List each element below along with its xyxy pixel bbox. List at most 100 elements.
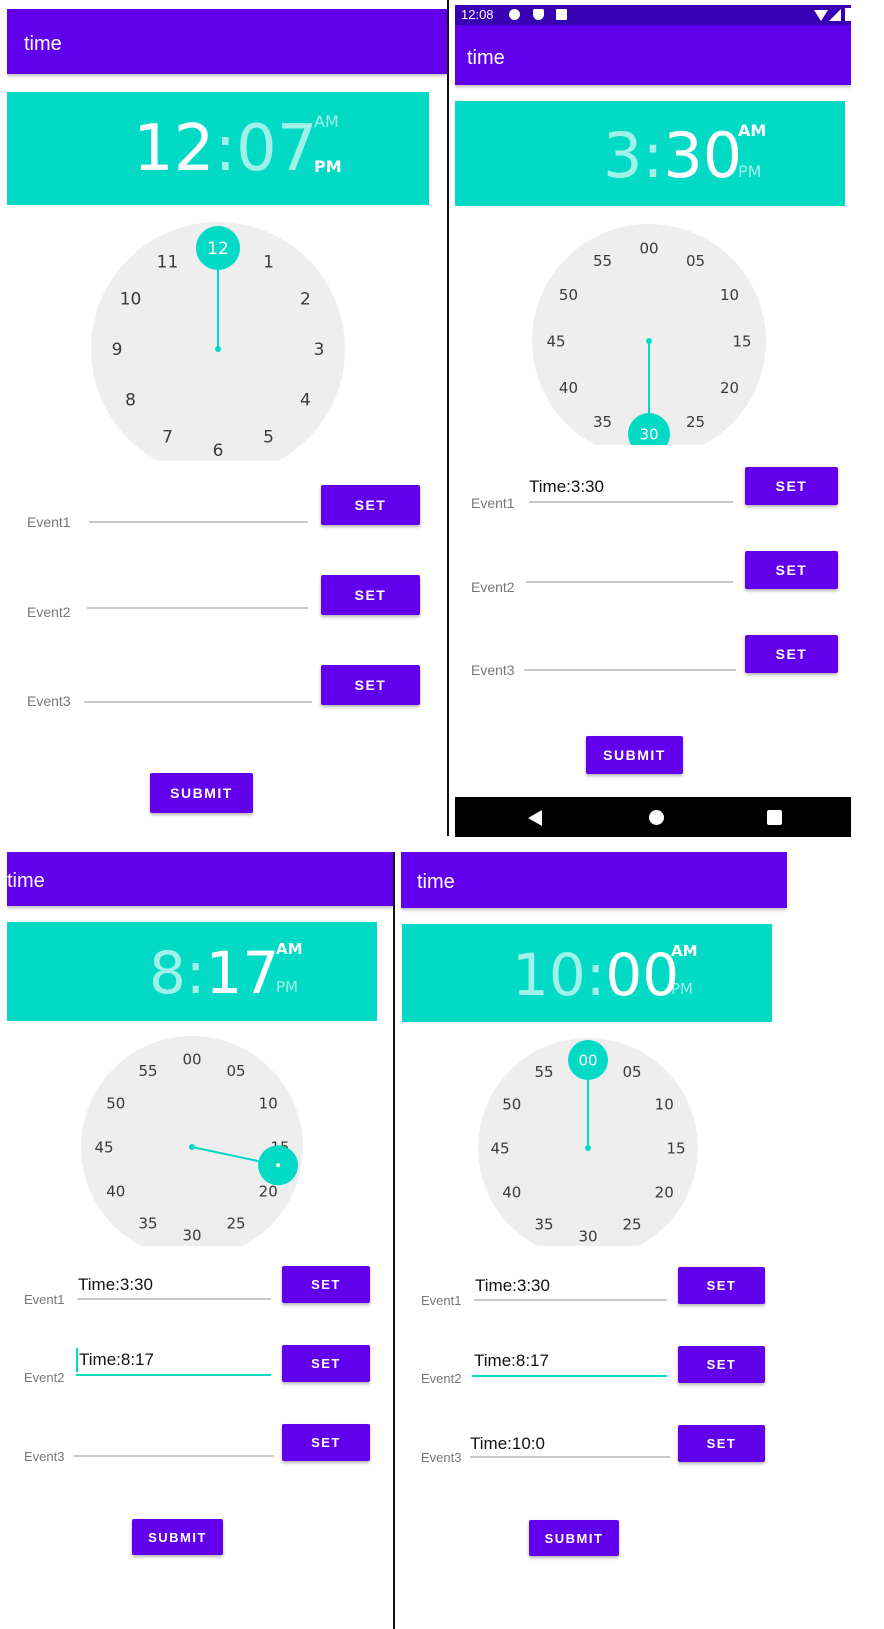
clock-center xyxy=(215,346,221,352)
app-title: time xyxy=(24,33,62,55)
clock-number: 50 xyxy=(502,1095,521,1113)
clock-face[interactable]: 00051015202530354045505530 xyxy=(531,223,767,445)
event3-set-button[interactable]: SET xyxy=(745,635,838,673)
screen-1: time 12:07 AM PM 12123456789101112 Event… xyxy=(7,9,447,836)
event1-label: Event1 xyxy=(421,1293,462,1308)
clock-number: 9 xyxy=(112,340,123,360)
submit-button[interactable]: SUBMIT xyxy=(132,1519,223,1555)
clock-number: 10 xyxy=(720,286,739,304)
event3-input[interactable] xyxy=(74,1455,274,1457)
time-header: 12:07 AM PM xyxy=(7,92,429,205)
clock-number: 10 xyxy=(655,1095,674,1113)
am-label[interactable]: AM xyxy=(738,121,766,140)
clock-number: 05 xyxy=(686,252,705,270)
event3-set-button[interactable]: SET xyxy=(678,1425,765,1462)
clock-number: 35 xyxy=(534,1216,553,1234)
shield-icon xyxy=(533,9,544,20)
event1-input[interactable] xyxy=(77,1298,271,1300)
pm-label[interactable]: PM xyxy=(738,162,761,181)
clock-number: 25 xyxy=(226,1215,245,1233)
am-label[interactable]: AM xyxy=(314,112,339,131)
back-icon[interactable] xyxy=(528,810,542,826)
clock-number: 35 xyxy=(593,413,612,431)
clock-number: 20 xyxy=(720,379,739,397)
clock-center xyxy=(189,1144,195,1150)
event3-input[interactable] xyxy=(524,669,736,671)
event1-input[interactable] xyxy=(529,501,733,503)
clock-number: 15 xyxy=(732,332,751,350)
app-bar: time xyxy=(7,852,393,906)
battery-icon xyxy=(845,8,851,21)
clock-face[interactable]: 000510152025303540455055 xyxy=(80,1036,304,1246)
event1-set-button[interactable]: SET xyxy=(745,467,838,505)
hour-display[interactable]: 8 xyxy=(149,939,186,1007)
am-label[interactable]: AM xyxy=(671,942,698,960)
event2-input[interactable] xyxy=(526,581,733,583)
recents-icon[interactable] xyxy=(767,810,782,825)
minute-display[interactable]: 07 xyxy=(236,112,317,186)
minute-display[interactable]: 30 xyxy=(663,119,742,192)
event2-input[interactable] xyxy=(472,1375,667,1377)
text-cursor xyxy=(76,1348,78,1372)
clock-number: 40 xyxy=(559,379,578,397)
clock-number: 25 xyxy=(686,413,705,431)
screen-4: time 10:00 AM PM 00051015202530354045505… xyxy=(401,852,787,1629)
event3-input[interactable] xyxy=(470,1456,670,1458)
event3-input[interactable] xyxy=(84,701,312,703)
event3-label: Event3 xyxy=(421,1450,462,1465)
time-display: 12:07 xyxy=(133,112,317,186)
clock-center xyxy=(585,1145,591,1151)
pm-label[interactable]: PM xyxy=(671,980,693,998)
clock-number: 25 xyxy=(622,1216,641,1234)
event1-input[interactable] xyxy=(89,521,308,523)
event2-value: Time:8:17 xyxy=(474,1351,549,1370)
minute-display[interactable]: 00 xyxy=(605,941,679,1009)
time-display: 8:17 xyxy=(149,939,279,1007)
event1-input[interactable] xyxy=(474,1299,667,1301)
event3-set-button[interactable]: SET xyxy=(282,1424,370,1461)
clock-selected-number: 30 xyxy=(639,425,658,443)
pm-label[interactable]: PM xyxy=(276,978,298,996)
event2-input[interactable] xyxy=(87,607,308,609)
event3-set-button[interactable]: SET xyxy=(321,665,420,705)
signal-icon xyxy=(829,9,841,21)
event1-set-button[interactable]: SET xyxy=(678,1267,765,1304)
clock-number: 20 xyxy=(259,1182,278,1200)
event2-set-button[interactable]: SET xyxy=(745,551,838,589)
clock-selected-number: 00 xyxy=(578,1051,597,1069)
event2-input[interactable] xyxy=(76,1374,271,1376)
event2-label: Event2 xyxy=(421,1371,462,1386)
pm-label[interactable]: PM xyxy=(314,157,342,176)
hour-display[interactable]: 3 xyxy=(603,119,642,192)
minute-display[interactable]: 17 xyxy=(205,939,279,1007)
event1-set-button[interactable]: SET xyxy=(321,485,420,525)
clock-number: 3 xyxy=(314,340,325,360)
panel-divider xyxy=(447,0,449,836)
status-bar: 12:08 xyxy=(455,5,851,25)
event1-set-button[interactable]: SET xyxy=(282,1266,370,1303)
am-label[interactable]: AM xyxy=(276,940,303,958)
time-header: 8:17 AM PM xyxy=(7,922,377,1021)
hour-display[interactable]: 12 xyxy=(133,112,214,186)
app-title: time xyxy=(7,870,45,892)
clock-number: 05 xyxy=(226,1062,245,1080)
clock-number: 45 xyxy=(490,1139,509,1157)
event2-set-button[interactable]: SET xyxy=(678,1346,765,1383)
hour-display[interactable]: 10 xyxy=(512,941,586,1009)
screen-2: 12:08 time 3:30 AM PM 000510152025303540… xyxy=(455,5,851,837)
clock-face[interactable]: 12123456789101112 xyxy=(90,221,346,461)
submit-button[interactable]: SUBMIT xyxy=(529,1520,619,1556)
event2-label: Event2 xyxy=(24,1370,65,1385)
home-icon[interactable] xyxy=(649,810,664,825)
clock-number: 6 xyxy=(213,441,224,461)
clock-face[interactable]: 00051015202530354045505500 xyxy=(477,1038,699,1246)
clock-number: 10 xyxy=(120,290,142,310)
submit-button[interactable]: SUBMIT xyxy=(586,736,683,774)
submit-button[interactable]: SUBMIT xyxy=(150,773,253,813)
event2-set-button[interactable]: SET xyxy=(321,575,420,615)
event2-set-button[interactable]: SET xyxy=(282,1345,370,1382)
event1-label: Event1 xyxy=(471,495,515,511)
status-time: 12:08 xyxy=(461,7,494,22)
clock-number: 45 xyxy=(546,332,565,350)
clock-selected-number: 12 xyxy=(207,239,229,259)
